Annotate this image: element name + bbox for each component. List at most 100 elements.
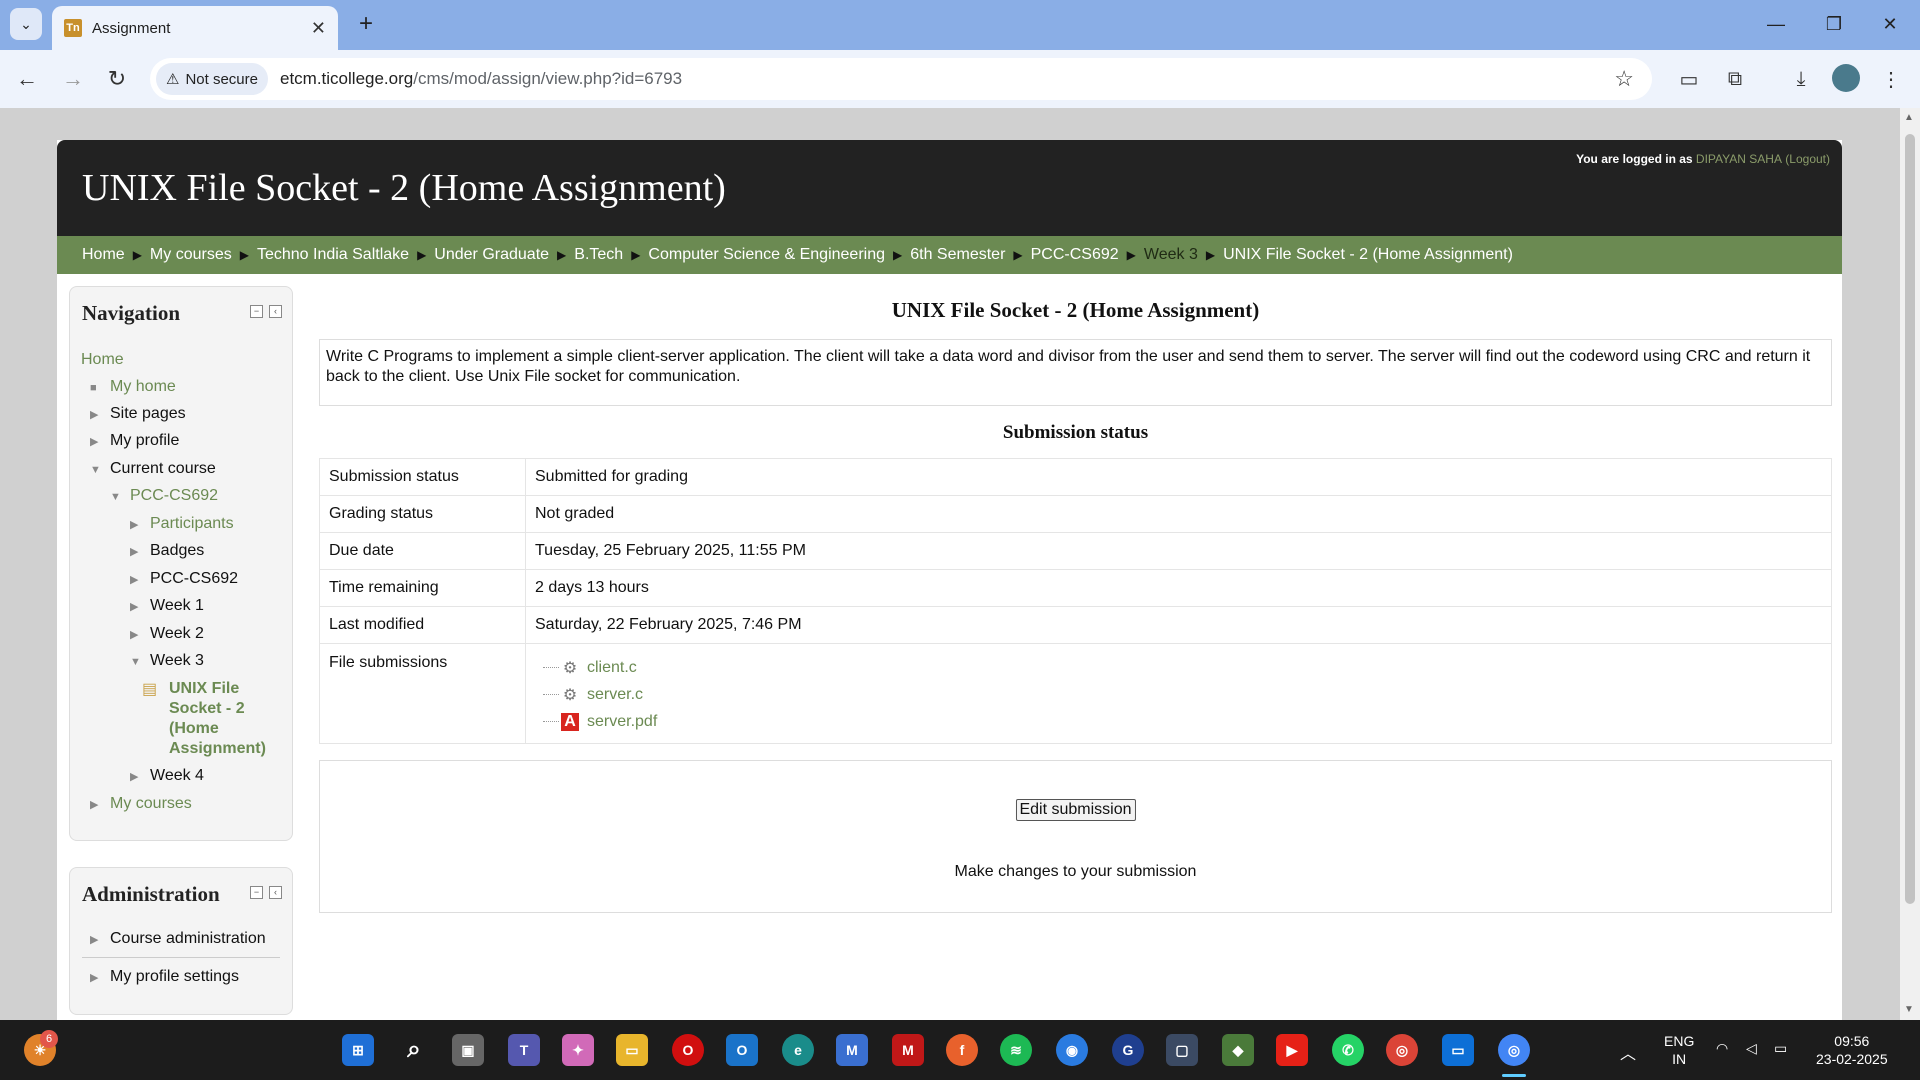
spotify-icon[interactable]: ≋ xyxy=(1000,1034,1032,1066)
nav-week4[interactable]: ▶ Week 4 xyxy=(130,767,204,785)
search-icon[interactable]: ⌕ xyxy=(398,1034,430,1066)
dock-block-icon[interactable]: ‹ xyxy=(269,305,282,318)
moodle-page: UNIX File Socket - 2 (Home Assignment) Y… xyxy=(57,140,1842,1020)
row-label: Last modified xyxy=(319,606,526,644)
bookmark-star-icon[interactable]: ☆ xyxy=(1614,66,1634,92)
user-name-link[interactable]: DIPAYAN SAHA xyxy=(1696,152,1782,166)
scroll-down-icon[interactable]: ▼ xyxy=(1904,1004,1914,1015)
tab-search-button[interactable]: ⌄ xyxy=(10,8,42,40)
volume-icon[interactable]: ◁ xyxy=(1746,1040,1757,1057)
app-window-icon[interactable]: ▭ xyxy=(1442,1034,1474,1066)
navigation-title: Navigation xyxy=(82,301,181,325)
app-circle-icon[interactable]: ◉ xyxy=(1056,1034,1088,1066)
breadcrumb-6th-semester[interactable]: 6th Semester xyxy=(910,246,1005,264)
outlook-icon[interactable]: O xyxy=(726,1034,758,1066)
login-info: You are logged in as DIPAYAN SAHA (Logou… xyxy=(1576,152,1830,166)
nav-my-home[interactable]: ■ My home xyxy=(90,378,176,396)
youtube-icon[interactable]: ▶ xyxy=(1276,1034,1308,1066)
breadcrumb-btech[interactable]: B.Tech xyxy=(574,246,623,264)
chrome-icon[interactable]: ◎ xyxy=(1386,1034,1418,1066)
minimize-window-button[interactable]: — xyxy=(1754,8,1798,40)
reload-button[interactable]: ↻ xyxy=(100,62,134,96)
virtualbox-icon[interactable]: ▢ xyxy=(1166,1034,1198,1066)
scroll-up-icon[interactable]: ▲ xyxy=(1904,112,1914,123)
breadcrumb-separator-icon: ▶ xyxy=(557,248,567,262)
whatsapp-icon[interactable]: ✆ xyxy=(1332,1034,1364,1066)
nav-my-profile[interactable]: ▶ My profile xyxy=(90,432,179,450)
assignment-icon: ▤ xyxy=(142,681,158,698)
nav-week1-label: Week 1 xyxy=(150,597,204,614)
nav-week1[interactable]: ▶ Week 1 xyxy=(130,597,204,615)
breadcrumb-week3[interactable]: Week 3 xyxy=(1144,246,1198,264)
teams-icon[interactable]: T xyxy=(508,1034,540,1066)
firefox-icon[interactable]: f xyxy=(946,1034,978,1066)
collapse-block-icon[interactable]: − xyxy=(250,305,263,318)
nav-my-courses[interactable]: ▶ My courses xyxy=(90,795,192,813)
back-button[interactable]: ← xyxy=(10,62,44,96)
close-window-button[interactable]: ✕ xyxy=(1868,8,1912,40)
file-explorer-icon[interactable]: ▭ xyxy=(616,1034,648,1066)
menu-kebab-icon[interactable]: ⋮ xyxy=(1874,62,1908,96)
nav-site-pages[interactable]: ▶ Site pages xyxy=(90,405,186,423)
mcafee-icon[interactable]: M xyxy=(892,1034,924,1066)
tray-chevron-icon[interactable]: ︿ xyxy=(1620,1040,1636,1064)
page-scrollbar[interactable]: ▲ ▼ xyxy=(1900,108,1920,1020)
language-indicator[interactable]: ENG IN xyxy=(1664,1032,1694,1068)
breadcrumb-separator-icon: ▶ xyxy=(893,248,903,262)
battery-icon[interactable]: ▭ xyxy=(1774,1040,1787,1057)
download-icon[interactable]: ⤓ xyxy=(1784,62,1818,96)
breadcrumb-my-courses[interactable]: My courses xyxy=(150,246,232,264)
breadcrumb-course[interactable]: PCC-CS692 xyxy=(1031,246,1119,264)
opera-icon[interactable]: O xyxy=(672,1034,704,1066)
game-icon[interactable]: ◆ xyxy=(1222,1034,1254,1066)
edit-submission-button[interactable]: Edit submission xyxy=(1015,799,1136,821)
nav-course[interactable]: ▼ PCC-CS692 xyxy=(110,487,218,505)
breadcrumb-techno-india[interactable]: Techno India Saltlake xyxy=(257,246,409,264)
admin-course-administration[interactable]: ▶ Course administration xyxy=(90,930,266,948)
forward-button[interactable]: → xyxy=(56,62,90,96)
copilot-icon[interactable]: ✦ xyxy=(562,1034,594,1066)
security-chip[interactable]: ⚠ Not secure xyxy=(156,63,268,95)
breadcrumb-cse[interactable]: Computer Science & Engineering xyxy=(648,246,885,264)
extensions-icon[interactable]: ⧉ xyxy=(1718,62,1752,96)
wifi-icon[interactable]: ◠ xyxy=(1716,1040,1728,1057)
url-text[interactable]: etcm.ticollege.org/cms/mod/assign/view.p… xyxy=(280,69,682,89)
chrome-profile-icon[interactable]: ◎ xyxy=(1498,1034,1530,1066)
edge-icon[interactable]: e xyxy=(782,1034,814,1066)
edit-submission-box: Edit submission Make changes to your sub… xyxy=(319,760,1832,913)
breadcrumb-home[interactable]: Home xyxy=(82,246,125,264)
nav-current-course[interactable]: ▼ Current course xyxy=(90,460,216,478)
scroll-thumb[interactable] xyxy=(1905,134,1915,904)
new-tab-button[interactable]: + xyxy=(352,10,380,38)
row-label: Grading status xyxy=(319,495,526,533)
restore-window-button[interactable]: ❐ xyxy=(1812,8,1856,40)
file-link-server-pdf[interactable]: server.pdf xyxy=(587,713,657,731)
start-windows-icon[interactable]: ⊞ xyxy=(342,1034,374,1066)
collapse-arrow-icon: ▼ xyxy=(90,464,101,476)
dock-block-icon[interactable]: ‹ xyxy=(269,886,282,899)
browser-tab[interactable]: Tn Assignment ✕ xyxy=(52,6,338,50)
profile-avatar[interactable] xyxy=(1832,64,1860,92)
file-link-server[interactable]: server.c xyxy=(587,686,643,704)
nav-course-section[interactable]: ▶ PCC-CS692 xyxy=(130,570,238,588)
admin-profile-settings[interactable]: ▶ My profile settings xyxy=(90,968,239,986)
nav-current-activity[interactable]: UNIX File Socket - 2 (Home Assignment) xyxy=(169,679,279,759)
nav-home[interactable]: Home xyxy=(81,351,124,369)
nav-participants[interactable]: ▶ Participants xyxy=(130,515,234,533)
file-link-client[interactable]: client.c xyxy=(587,659,637,677)
grammarly-icon[interactable]: G xyxy=(1112,1034,1144,1066)
expand-arrow-icon: ▶ xyxy=(130,574,139,586)
task-view-icon[interactable]: ▣ xyxy=(452,1034,484,1066)
microsoft365-icon[interactable]: M xyxy=(836,1034,868,1066)
tab-close-icon[interactable]: ✕ xyxy=(311,18,326,39)
logout-link[interactable]: Logout xyxy=(1789,152,1826,166)
collapse-block-icon[interactable]: − xyxy=(250,886,263,899)
clock[interactable]: 09:56 23-02-2025 xyxy=(1816,1032,1888,1068)
address-bar[interactable]: ⚠ Not secure etcm.ticollege.org/cms/mod/… xyxy=(150,58,1652,100)
block-divider xyxy=(82,957,280,958)
nav-week3[interactable]: ▼ Week 3 xyxy=(130,652,204,670)
nav-week2[interactable]: ▶ Week 2 xyxy=(130,625,204,643)
tab-cast-icon[interactable]: ▭ xyxy=(1672,62,1706,96)
breadcrumb-under-graduate[interactable]: Under Graduate xyxy=(434,246,549,264)
nav-badges[interactable]: ▶ Badges xyxy=(130,542,204,560)
